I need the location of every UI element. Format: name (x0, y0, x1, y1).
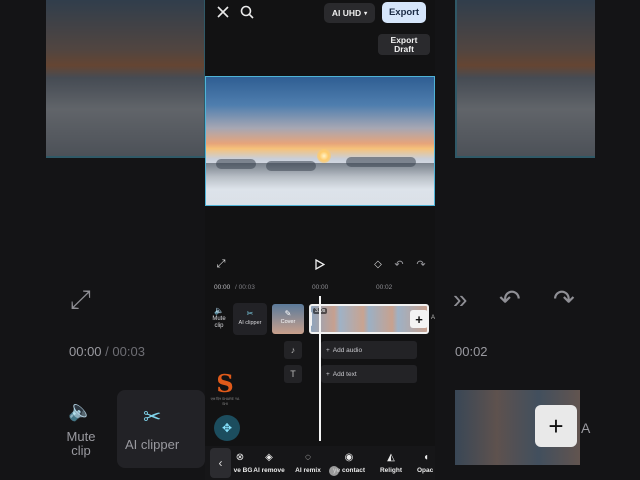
background-plus-icon: + (535, 405, 577, 447)
relight-icon: ◭ (387, 452, 395, 463)
keyframe-icon[interactable]: ◇ (371, 257, 385, 271)
bottom-toolbar: ‹ ⊗ ve BG ◈ AI remove ◌ AI remix ◉ ye co… (205, 446, 435, 480)
export-button[interactable]: Export (382, 2, 426, 23)
mute-clip-button[interactable]: 🔈 Mute clip (210, 307, 228, 330)
background-ai-clipper-label: AI clipper (125, 437, 180, 452)
logo-letter: S (216, 369, 234, 398)
scissors-icon: ✂ (143, 404, 162, 429)
speaker-icon: 🔈 (214, 306, 224, 315)
cover-label: Cover (280, 319, 296, 325)
playhead[interactable] (319, 296, 321, 441)
eraser-icon: ◈ (265, 452, 273, 463)
close-icon[interactable] (215, 4, 231, 20)
tool-ai-remix[interactable]: ◌ AI remix (288, 452, 328, 474)
forward-chevron-icon: » (453, 284, 468, 314)
plus-icon: + (326, 346, 330, 354)
play-icon[interactable] (313, 257, 327, 271)
speaker-icon: 🔈 (68, 400, 93, 422)
app-stage: ⤢ 00:00 / 00:03 🔈 Mute clip ✂ AI clipper… (0, 0, 640, 480)
tool-opacity[interactable]: ◖ Opac (409, 452, 435, 474)
cursor-dot (329, 466, 339, 476)
undo-icon: ↶ (499, 284, 521, 314)
search-icon[interactable] (239, 4, 255, 20)
playback-controls: ⤢ ◇ ↶ ↷ (205, 255, 435, 275)
background-letter: A (581, 420, 591, 436)
background-right-panel: » ↶ ↷ 00:02 + A (435, 0, 640, 480)
remove-bg-icon: ⊗ (235, 452, 245, 463)
background-time-right: 00:02 (455, 344, 488, 359)
strip-trailing-letter: A (431, 315, 435, 321)
background-mute-label: Mute clip (66, 429, 96, 458)
quality-label: AI UHD (331, 8, 362, 18)
opacity-icon: ◖ (423, 452, 430, 463)
tool-remove-bg[interactable]: ⊗ ve BG (213, 452, 253, 474)
scissors-icon: ✂ (246, 309, 254, 318)
snowy-landscape (206, 163, 434, 205)
undo-icon[interactable]: ↶ (392, 257, 406, 271)
current-time: 00:00 (214, 284, 231, 291)
background-time-total: / 00:03 (105, 344, 145, 359)
total-time: / 00:03 (235, 284, 255, 291)
redo-icon[interactable]: ↷ (414, 257, 428, 271)
background-time-current: 00:00 (69, 344, 102, 359)
ruler-mark-start: 00:00 (312, 284, 329, 291)
eye-icon: ◉ (344, 452, 354, 463)
video-preview[interactable] (205, 76, 435, 206)
top-bar: AI UHD ▾ Export (205, 0, 435, 28)
add-audio-label: Add audio (332, 346, 363, 354)
add-audio-button[interactable]: + Add audio (321, 341, 417, 359)
cover-button[interactable]: ✎ Cover (272, 304, 304, 334)
caret-down-icon: ▾ (364, 10, 368, 17)
pencil-icon: ✎ (284, 309, 292, 318)
editor-screen: AI UHD ▾ Export Export Draft ⤢ ◇ ↶ ↷ 00:… (205, 0, 435, 480)
export-draft-button[interactable]: Export Draft (378, 34, 430, 55)
sun (317, 149, 331, 163)
ai-clipper-button[interactable]: ✂ AI clipper (233, 303, 267, 335)
add-clip-button[interactable]: + (410, 310, 428, 328)
remix-icon: ◌ (305, 452, 311, 463)
redo-icon: ↷ (553, 284, 575, 314)
channel-logo: S एक दिन SHARE YA SHI (209, 372, 241, 410)
add-text-button[interactable]: + Add text (321, 365, 417, 383)
quality-selector[interactable]: AI UHD ▾ (324, 3, 375, 23)
ruler-mark-end: 00:02 (376, 284, 393, 291)
mute-clip-label: Mute clip (212, 316, 226, 329)
tool-relight[interactable]: ◭ Relight (371, 452, 411, 474)
logo-caption: एक दिन SHARE YA SHI (210, 397, 240, 406)
tool-ai-remove[interactable]: ◈ AI remove (249, 452, 289, 474)
move-icon[interactable]: ✥ (214, 415, 240, 441)
ai-clipper-label: AI clipper (238, 320, 262, 326)
time-display: 00:00 / 00:03 00:00 00:02 (205, 284, 435, 294)
text-icon[interactable]: T (284, 365, 302, 383)
music-icon[interactable]: ♪ (284, 341, 302, 359)
background-left-panel: ⤢ 00:00 / 00:03 🔈 Mute clip ✂ AI clipper (0, 0, 205, 480)
add-text-label: Add text (332, 370, 357, 378)
fullscreen-icon[interactable]: ⤢ (214, 257, 228, 271)
plus-icon: + (326, 370, 330, 378)
fullscreen-icon: ⤢ (70, 284, 91, 314)
clip-trim-handle[interactable] (311, 312, 312, 326)
